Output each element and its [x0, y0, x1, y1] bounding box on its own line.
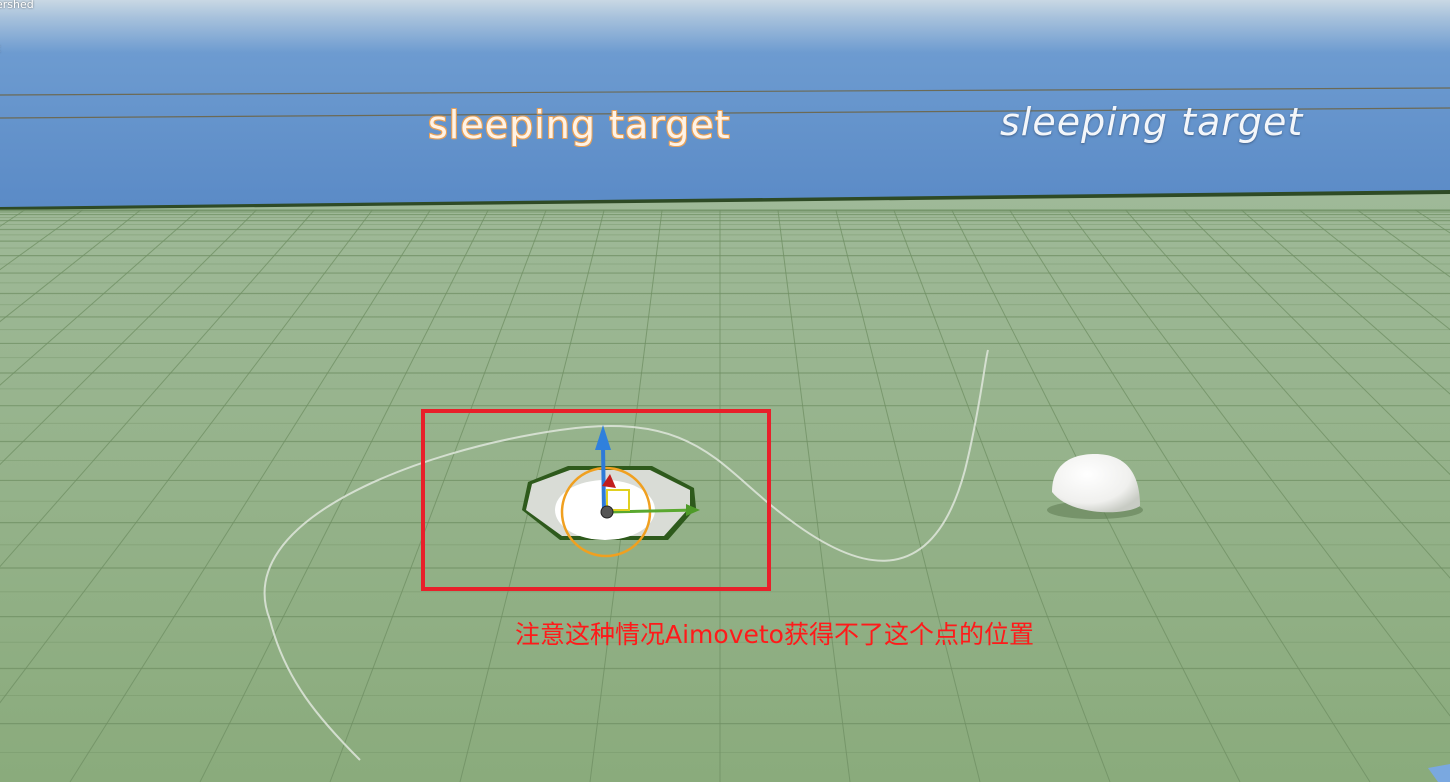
- actor-label-sleeping-target: sleeping target: [1000, 100, 1304, 144]
- viewport-stat-line: ershed: [0, 0, 34, 11]
- annotation-note: 注意这种情况Aimoveto获得不了这个点的位置: [515, 620, 1034, 649]
- level-viewport[interactable]: ershed t sleeping target sleeping target…: [0, 0, 1450, 782]
- gizmo-pivot: [600, 505, 614, 519]
- gizmo-z-axis: [601, 444, 606, 513]
- actor-label-sleeping-target: sleeping target: [428, 103, 731, 147]
- floor: [0, 194, 1450, 782]
